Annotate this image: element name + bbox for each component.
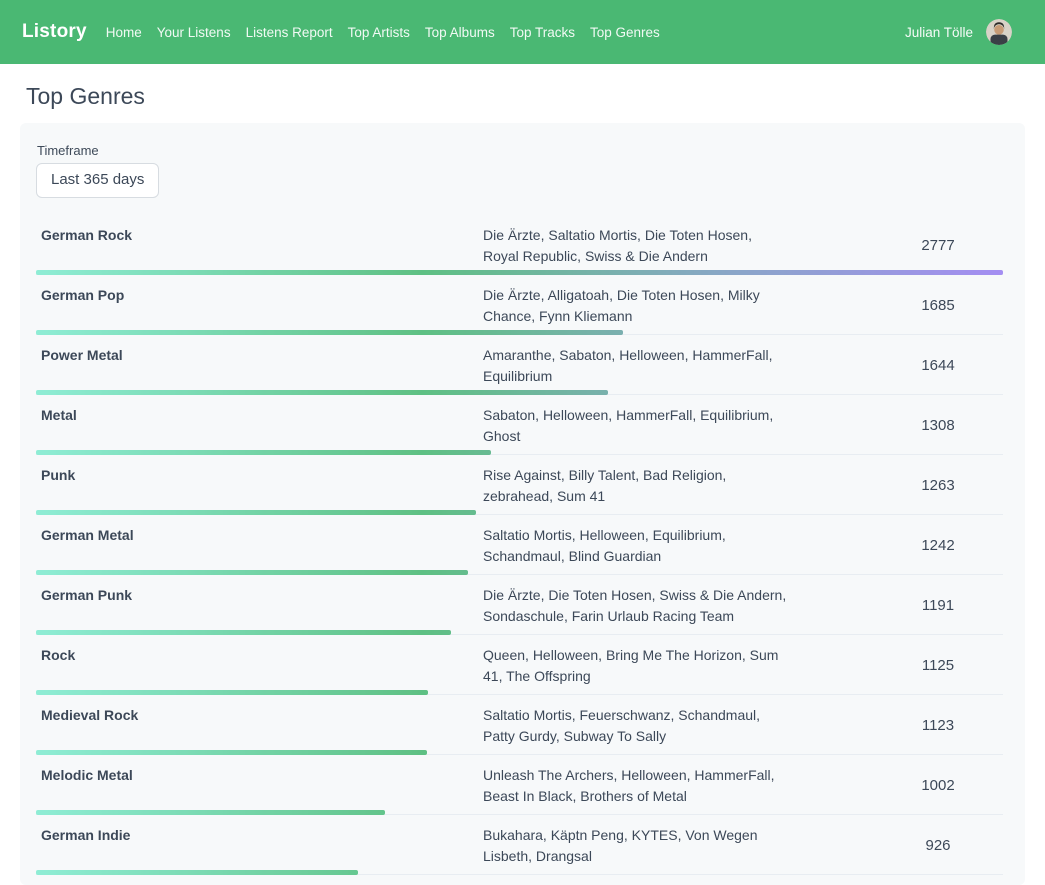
- page-title: Top Genres: [26, 83, 1025, 110]
- genre-artists: Amaranthe, Sabaton, Helloween, HammerFal…: [483, 345, 790, 387]
- genre-artists: Die Ärzte, Saltatio Mortis, Die Toten Ho…: [483, 225, 790, 267]
- genre-artists: Saltatio Mortis, Feuerschwanz, Schandmau…: [483, 705, 790, 747]
- genre-row-german-punk: German Punk Die Ärzte, Die Toten Hosen, …: [36, 575, 1003, 635]
- genre-count: 1125: [873, 657, 1003, 674]
- genre-count: 2777: [873, 237, 1003, 254]
- genre-artists: Rise Against, Billy Talent, Bad Religion…: [483, 465, 790, 507]
- genre-count: 926: [873, 837, 1003, 854]
- nav-item-top-artists[interactable]: Top Artists: [348, 25, 410, 40]
- genre-count: 1123: [873, 717, 1003, 734]
- genre-name: Power Metal: [36, 345, 483, 387]
- genre-name: Melodic Metal: [36, 765, 483, 807]
- nav-links: Home Your Listens Listens Report Top Artist…: [106, 25, 660, 40]
- genre-artists: Die Ärzte, Die Toten Hosen, Swiss & Die …: [483, 585, 790, 627]
- genre-count: 1242: [873, 537, 1003, 554]
- nav-item-top-tracks[interactable]: Top Tracks: [510, 25, 575, 40]
- genre-row-medieval-rock: Medieval Rock Saltatio Mortis, Feuerschw…: [36, 695, 1003, 755]
- genres-card: Timeframe Last 365 days German Rock Die …: [20, 123, 1025, 885]
- genre-name: Medieval Rock: [36, 705, 483, 747]
- main-content: Top Genres Timeframe Last 365 days Germa…: [0, 83, 1045, 885]
- genre-count: 1644: [873, 357, 1003, 374]
- timeframe-filter: Timeframe Last 365 days: [36, 143, 1003, 198]
- genre-row-metal: Metal Sabaton, Helloween, HammerFall, Eq…: [36, 395, 1003, 455]
- timeframe-select[interactable]: Last 365 days: [36, 163, 159, 198]
- genre-artists: Queen, Helloween, Bring Me The Horizon, …: [483, 645, 790, 687]
- genre-count: 1002: [873, 777, 1003, 794]
- nav-item-home[interactable]: Home: [106, 25, 142, 40]
- genre-name: German Punk: [36, 585, 483, 627]
- genre-count: 1308: [873, 417, 1003, 434]
- genre-name: German Metal: [36, 525, 483, 567]
- genre-row-rock: Rock Queen, Helloween, Bring Me The Hori…: [36, 635, 1003, 695]
- genre-name: Rock: [36, 645, 483, 687]
- nav-item-listens-report[interactable]: Listens Report: [246, 25, 333, 40]
- genre-count: 1685: [873, 297, 1003, 314]
- genre-row-german-rock: German Rock Die Ärzte, Saltatio Mortis, …: [36, 215, 1003, 275]
- genre-row-punk: Punk Rise Against, Billy Talent, Bad Rel…: [36, 455, 1003, 515]
- genre-row-melodic-metal: Melodic Metal Unleash The Archers, Hello…: [36, 755, 1003, 815]
- user-menu[interactable]: Julian Tölle: [905, 19, 1012, 45]
- genre-artists: Bukahara, Käptn Peng, KYTES, Von Wegen L…: [483, 825, 790, 867]
- genre-artists: Saltatio Mortis, Helloween, Equilibrium,…: [483, 525, 790, 567]
- user-avatar[interactable]: [986, 19, 1012, 45]
- navbar: Listory Home Your Listens Listens Report To…: [0, 0, 1045, 64]
- genre-name: German Pop: [36, 285, 483, 327]
- nav-item-top-genres[interactable]: Top Genres: [590, 25, 660, 40]
- timeframe-label: Timeframe: [37, 143, 1003, 158]
- genre-row-power-metal: Power Metal Amaranthe, Sabaton, Hellowee…: [36, 335, 1003, 395]
- nav-item-your-listens[interactable]: Your Listens: [157, 25, 231, 40]
- genre-name: Punk: [36, 465, 483, 507]
- genre-artists: Unleash The Archers, Helloween, HammerFa…: [483, 765, 790, 807]
- genre-row-german-metal: German Metal Saltatio Mortis, Helloween,…: [36, 515, 1003, 575]
- genre-artists: Die Ärzte, Alligatoah, Die Toten Hosen, …: [483, 285, 790, 327]
- user-photo-icon: [986, 19, 1012, 45]
- app-logo[interactable]: Listory: [22, 21, 87, 43]
- genre-list: German Rock Die Ärzte, Saltatio Mortis, …: [36, 215, 1003, 875]
- nav-item-top-albums[interactable]: Top Albums: [425, 25, 495, 40]
- genre-name: Metal: [36, 405, 483, 447]
- genre-row-german-pop: German Pop Die Ärzte, Alligatoah, Die To…: [36, 275, 1003, 335]
- genre-name: German Rock: [36, 225, 483, 267]
- genre-count: 1191: [873, 597, 1003, 614]
- genre-row-german-indie: German Indie Bukahara, Käptn Peng, KYTES…: [36, 815, 1003, 875]
- genre-bar: [36, 870, 358, 875]
- genre-artists: Sabaton, Helloween, HammerFall, Equilibr…: [483, 405, 790, 447]
- user-name: Julian Tölle: [905, 25, 973, 40]
- genre-name: German Indie: [36, 825, 483, 867]
- genre-count: 1263: [873, 477, 1003, 494]
